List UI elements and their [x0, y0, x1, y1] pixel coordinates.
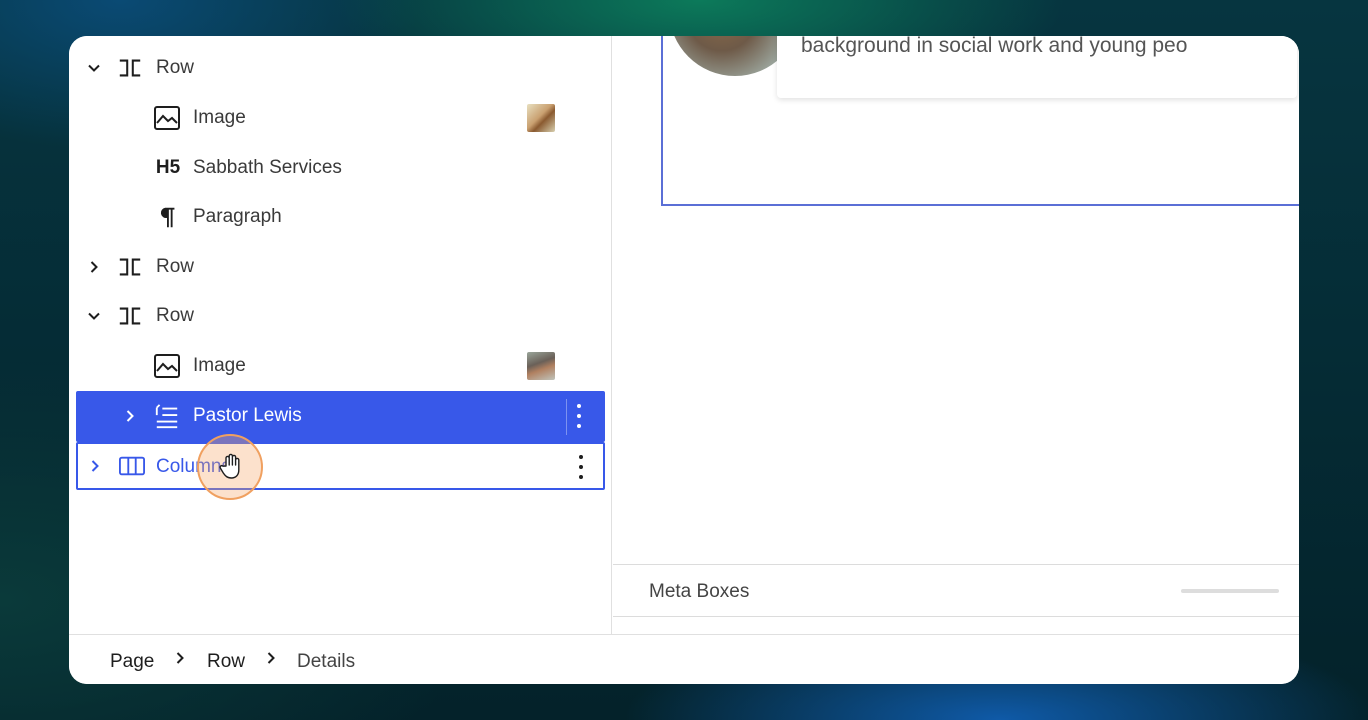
- row-icon: [116, 54, 144, 82]
- list-item-label: Image: [193, 355, 246, 376]
- list-item-label: Pastor Lewis: [193, 405, 302, 426]
- breadcrumb: Page Row Details: [69, 634, 1299, 684]
- options-menu-icon[interactable]: [578, 455, 584, 479]
- resize-handle[interactable]: [1181, 589, 1279, 593]
- breadcrumb-item-page[interactable]: Page: [110, 651, 154, 673]
- chevron-right-icon[interactable]: [86, 259, 102, 275]
- chevron-down-icon[interactable]: [86, 60, 102, 76]
- row-icon: [116, 253, 144, 281]
- chevron-down-icon[interactable]: [86, 308, 102, 324]
- chevron-right-icon: [176, 652, 184, 664]
- bio-card: background in social work and young peo: [777, 36, 1297, 98]
- image-thumbnail: [527, 352, 555, 380]
- editor-canvas: background in social work and young peo: [613, 36, 1299, 564]
- list-item-row[interactable]: Row: [69, 243, 612, 291]
- list-item-row[interactable]: Row: [69, 292, 612, 340]
- meta-boxes-title: Meta Boxes: [649, 581, 750, 602]
- divider: [566, 399, 567, 435]
- options-menu-icon[interactable]: [576, 404, 582, 428]
- list-item-columns[interactable]: Columns: [76, 442, 605, 490]
- list-item-label: Sabbath Services: [193, 157, 342, 178]
- list-item-label: Row: [156, 57, 195, 78]
- meta-boxes-panel: Meta Boxes: [613, 564, 1299, 617]
- list-item-label: Row: [156, 256, 195, 277]
- list-item-paragraph[interactable]: Paragraph: [69, 193, 612, 241]
- list-view-panel: Row Image H5 Sabbath Services Paragraph: [69, 36, 612, 634]
- list-item-label: Image: [193, 107, 246, 128]
- row-icon: [116, 302, 144, 330]
- list-item-image[interactable]: Image: [69, 94, 612, 142]
- chevron-right-icon: [267, 652, 275, 664]
- image-icon: [153, 104, 181, 132]
- heading-h5-icon: H5: [155, 157, 181, 178]
- list-icon: [153, 402, 181, 430]
- list-item-selected[interactable]: Pastor Lewis: [76, 391, 605, 442]
- list-item-image[interactable]: Image: [69, 342, 612, 390]
- editor-window: Row Image H5 Sabbath Services Paragraph: [69, 36, 1299, 684]
- image-icon: [153, 352, 181, 380]
- columns-icon: [118, 452, 146, 480]
- breadcrumb-item-row[interactable]: Row: [207, 651, 245, 673]
- list-item-label: Paragraph: [193, 206, 282, 227]
- list-item-heading[interactable]: H5 Sabbath Services: [69, 144, 612, 192]
- paragraph-icon: [153, 203, 181, 231]
- chevron-right-icon[interactable]: [87, 458, 103, 474]
- list-item-row[interactable]: Row: [69, 44, 612, 92]
- breadcrumb-item-details[interactable]: Details: [297, 651, 355, 673]
- chevron-right-icon[interactable]: [122, 408, 138, 424]
- bio-text: background in social work and young peo: [801, 36, 1188, 57]
- hand-cursor-icon: [219, 453, 240, 479]
- image-thumbnail: [527, 104, 555, 132]
- list-item-label: Row: [156, 305, 195, 326]
